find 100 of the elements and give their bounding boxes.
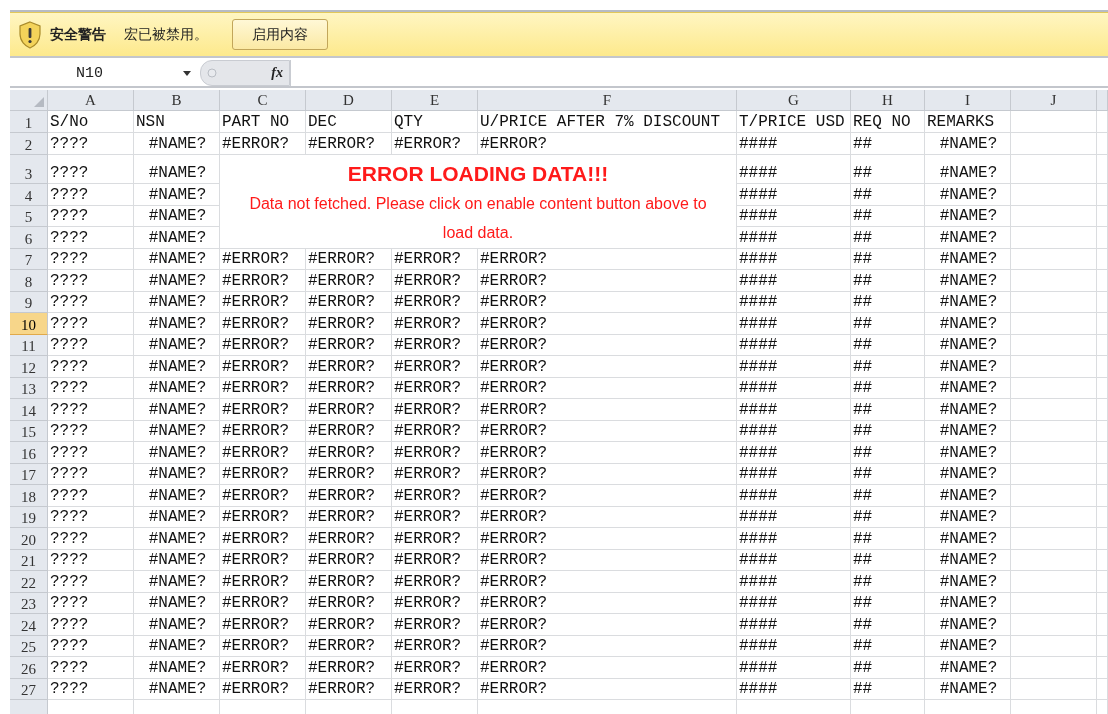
table-cell: #NAME?: [925, 377, 1011, 399]
table-cell: #ERROR?: [478, 270, 737, 292]
row-header[interactable]: 13: [10, 377, 48, 399]
table-cell: #NAME?: [925, 571, 1011, 593]
table-cell: ????: [48, 334, 134, 356]
empty-cell: [1097, 248, 1108, 270]
table-cell: #ERROR?: [392, 377, 478, 399]
column-header[interactable]: A: [48, 90, 134, 111]
caret-icon[interactable]: [183, 71, 191, 76]
table-cell: ##: [851, 248, 925, 270]
row-header[interactable]: 11: [10, 334, 48, 356]
table-cell: ????: [48, 377, 134, 399]
table-cell: #NAME?: [925, 248, 1011, 270]
row-header[interactable]: 18: [10, 485, 48, 507]
insert-function-button[interactable]: fx: [271, 65, 283, 81]
row-header[interactable]: 27: [10, 678, 48, 700]
table-cell: #ERROR?: [220, 485, 306, 507]
column-header[interactable]: B: [134, 90, 220, 111]
table-cell: #NAME?: [134, 657, 220, 679]
column-header[interactable]: E: [392, 90, 478, 111]
column-header[interactable]: G: [737, 90, 851, 111]
table-cell: #ERROR?: [392, 657, 478, 679]
row-header[interactable]: 26: [10, 657, 48, 679]
table-cell: #NAME?: [925, 420, 1011, 442]
empty-cell: [1097, 463, 1108, 485]
column-header[interactable]: F: [478, 90, 737, 111]
row-header[interactable]: 3: [10, 155, 48, 184]
table-cell: ????: [48, 549, 134, 571]
table-cell: ????: [48, 506, 134, 528]
error-title: ERROR LOADING DATA!!!: [347, 161, 609, 187]
table-cell: #NAME?: [925, 678, 1011, 700]
row-header[interactable]: 14: [10, 399, 48, 421]
row-header[interactable]: 15: [10, 420, 48, 442]
table-cell: ##: [851, 334, 925, 356]
table-cell: #ERROR?: [220, 313, 306, 335]
table-cell: #ERROR?: [220, 506, 306, 528]
empty-cell: [1097, 291, 1108, 313]
table-cell: DEC: [306, 111, 392, 133]
empty-cell: [1097, 506, 1108, 528]
table-cell: ????: [48, 205, 134, 227]
row-header[interactable]: 1: [10, 111, 48, 133]
row-header[interactable]: 12: [10, 356, 48, 378]
table-cell: ##: [851, 155, 925, 184]
table-cell: ????: [48, 291, 134, 313]
empty-cell: [1097, 205, 1108, 227]
row-header[interactable]: 24: [10, 614, 48, 636]
table-cell: ####: [737, 399, 851, 421]
row-header[interactable]: 9: [10, 291, 48, 313]
column-header[interactable]: [1097, 90, 1108, 111]
column-header[interactable]: J: [1011, 90, 1097, 111]
enable-content-button[interactable]: 启用内容: [232, 19, 328, 50]
table-cell: ####: [737, 528, 851, 550]
table-cell: #ERROR?: [392, 571, 478, 593]
table-cell: #ERROR?: [478, 356, 737, 378]
row-header[interactable]: 7: [10, 248, 48, 270]
column-header[interactable]: H: [851, 90, 925, 111]
table-cell: #NAME?: [925, 485, 1011, 507]
column-header[interactable]: I: [925, 90, 1011, 111]
row-header[interactable]: 19: [10, 506, 48, 528]
column-header[interactable]: C: [220, 90, 306, 111]
row-header[interactable]: 17: [10, 463, 48, 485]
row-header[interactable]: 10: [10, 313, 48, 335]
table-cell: #ERROR?: [392, 463, 478, 485]
table-cell: PART NO: [220, 111, 306, 133]
table-cell: #ERROR?: [220, 678, 306, 700]
table-cell: #NAME?: [925, 549, 1011, 571]
table-cell: ####: [737, 291, 851, 313]
row-header[interactable]: 23: [10, 592, 48, 614]
table-cell: #ERROR?: [220, 614, 306, 636]
table-cell: #ERROR?: [306, 614, 392, 636]
table-cell: #ERROR?: [478, 420, 737, 442]
table-cell: REMARKS: [925, 111, 1011, 133]
table-cell: ##: [851, 356, 925, 378]
table-cell: #ERROR?: [220, 463, 306, 485]
row-header[interactable]: 4: [10, 184, 48, 206]
table-cell: ####: [737, 635, 851, 657]
column-header[interactable]: D: [306, 90, 392, 111]
row-header[interactable]: 25: [10, 635, 48, 657]
table-cell: #ERROR?: [220, 334, 306, 356]
table-cell: ##: [851, 205, 925, 227]
row-header[interactable]: 8: [10, 270, 48, 292]
table-cell: #ERROR?: [478, 377, 737, 399]
triangle-icon[interactable]: [34, 97, 44, 107]
row-header[interactable]: 16: [10, 442, 48, 464]
row-header[interactable]: 21: [10, 549, 48, 571]
table-cell: ????: [48, 420, 134, 442]
row-header[interactable]: 5: [10, 205, 48, 227]
table-cell: #ERROR?: [478, 678, 737, 700]
table-cell: #ERROR?: [392, 356, 478, 378]
table-cell: #ERROR?: [478, 506, 737, 528]
row-header[interactable]: 20: [10, 528, 48, 550]
table-cell: #NAME?: [134, 549, 220, 571]
table-cell: #ERROR?: [220, 356, 306, 378]
row-header[interactable]: 2: [10, 133, 48, 155]
select-all-button[interactable]: [10, 90, 48, 111]
row-header[interactable]: 6: [10, 227, 48, 249]
empty-cell: [1097, 442, 1108, 464]
row-header[interactable]: 22: [10, 571, 48, 593]
table-cell: #NAME?: [925, 205, 1011, 227]
table-cell: ####: [737, 592, 851, 614]
